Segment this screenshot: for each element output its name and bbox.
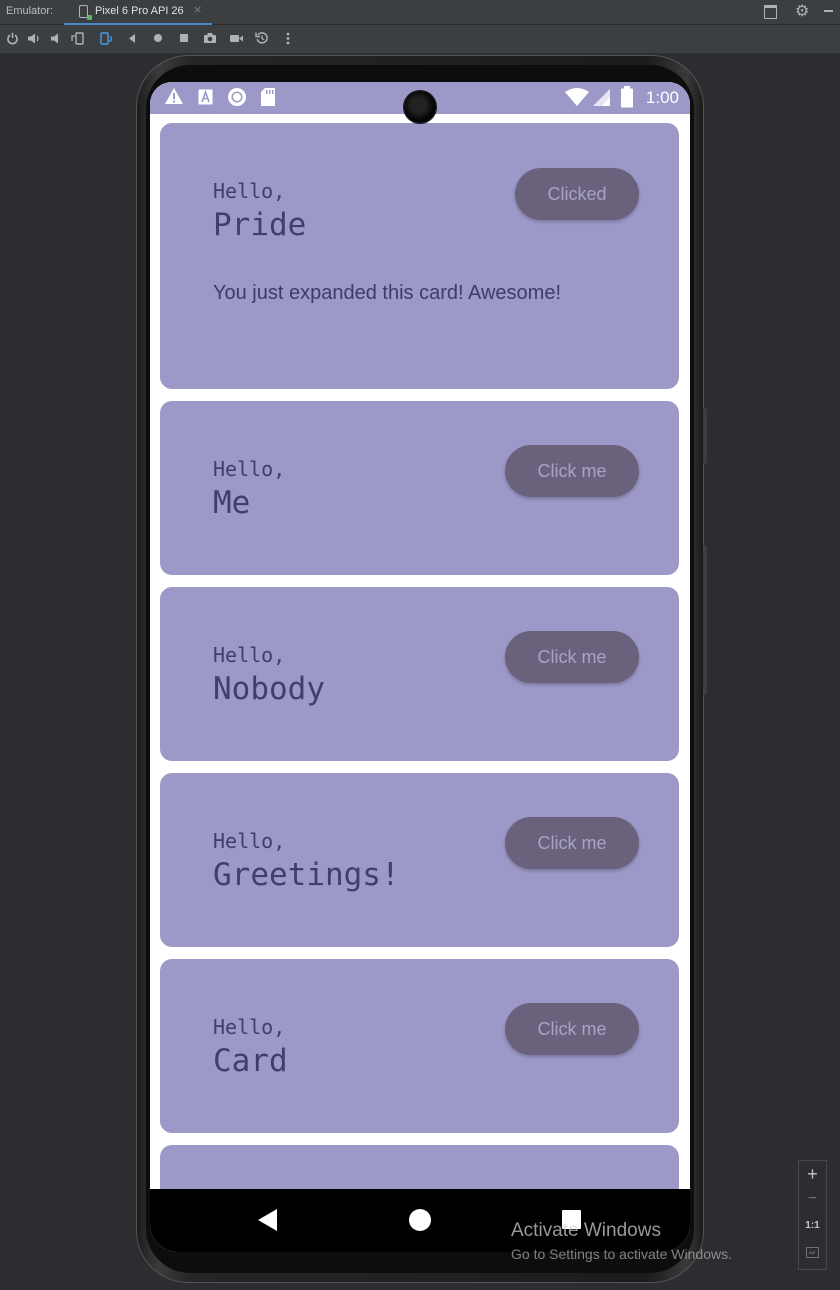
greeting-card-partial	[160, 1145, 679, 1189]
zoom-in-button[interactable]: +	[799, 1164, 826, 1185]
actual-size-button[interactable]: 1:1	[799, 1220, 826, 1231]
rotate-left-icon[interactable]	[69, 29, 87, 47]
device-tab-title: Pixel 6 Pro API 26	[95, 5, 184, 17]
activation-watermark-title: Activate Windows	[511, 1220, 661, 1241]
greeting-name: Card	[213, 1043, 288, 1079]
tab-close-icon[interactable]: ×	[193, 3, 202, 16]
rotate-right-icon[interactable]	[97, 29, 115, 47]
greeting-name: Greetings!	[213, 857, 400, 893]
overview-icon[interactable]	[175, 29, 193, 47]
emulator-tab-bar: Emulator: Pixel 6 Pro API 26 × ⚙	[0, 0, 840, 25]
more-icon[interactable]	[279, 29, 297, 47]
screen-record-icon[interactable]	[227, 29, 245, 47]
greeting-name: Nobody	[213, 671, 325, 707]
greeting-card-list[interactable]: Hello, Pride Clicked You just expanded t…	[150, 114, 690, 1189]
side-button-power	[703, 408, 707, 464]
signal-icon	[591, 88, 611, 111]
back-icon[interactable]	[123, 29, 141, 47]
greeting-card: Hello, Card Click me	[160, 959, 679, 1133]
expanded-text: You just expanded this card! Awesome!	[213, 282, 562, 304]
window-mode-icon[interactable]	[764, 5, 777, 19]
greeting-card: Hello, Me Click me	[160, 401, 679, 575]
status-time: 1:00	[645, 88, 679, 107]
sync-icon	[227, 87, 247, 111]
side-button-volume	[703, 545, 707, 695]
volume-down-icon[interactable]	[47, 29, 65, 47]
zoom-out-button[interactable]: −	[799, 1190, 826, 1208]
activation-watermark-subtitle: Go to Settings to activate Windows.	[511, 1246, 732, 1262]
zoom-controls: + − 1:1	[798, 1160, 827, 1270]
fit-screen-icon[interactable]	[799, 1245, 826, 1263]
emulator-toolbar	[0, 25, 840, 54]
expand-button[interactable]: Clicked	[515, 168, 639, 220]
nav-home-icon[interactable]	[409, 1209, 431, 1231]
device-tab[interactable]: Pixel 6 Pro API 26 ×	[64, 0, 212, 25]
settings-gear-icon[interactable]: ⚙	[795, 1, 809, 20]
greeting-label: Hello,	[213, 457, 286, 481]
volume-up-icon[interactable]	[25, 29, 43, 47]
greeting-name: Me	[213, 485, 251, 521]
battery-icon	[620, 86, 634, 112]
greeting-label: Hello,	[213, 829, 286, 853]
greeting-card: Hello, Pride Clicked You just expanded t…	[160, 123, 679, 389]
greeting-card: Hello, Nobody Click me	[160, 587, 679, 761]
greeting-name: Pride	[213, 207, 307, 243]
expand-button[interactable]: Click me	[505, 1003, 639, 1055]
screenshot-icon[interactable]	[201, 29, 219, 47]
expand-button[interactable]: Click me	[505, 631, 639, 683]
expand-button[interactable]: Click me	[505, 817, 639, 869]
greeting-label: Hello,	[213, 179, 286, 203]
nav-back-icon[interactable]	[258, 1209, 277, 1231]
greeting-card: Hello, Greetings! Click me	[160, 773, 679, 947]
greeting-label: Hello,	[213, 643, 286, 667]
snapshot-icon[interactable]	[253, 29, 271, 47]
sd-card-icon	[260, 87, 276, 111]
device-screen: 1:00 Hello, Pride Clicked You just expan…	[150, 82, 690, 1252]
expand-button[interactable]: Click me	[505, 445, 639, 497]
wifi-icon	[564, 87, 590, 111]
home-icon[interactable]	[149, 29, 167, 47]
hide-icon[interactable]	[824, 10, 833, 12]
text-a-icon	[198, 89, 213, 109]
power-icon[interactable]	[3, 29, 21, 47]
device-icon	[79, 5, 92, 20]
warning-icon	[164, 87, 184, 109]
emulator-label: Emulator:	[6, 5, 54, 17]
greeting-label: Hello,	[213, 1015, 286, 1039]
front-camera	[404, 91, 436, 123]
